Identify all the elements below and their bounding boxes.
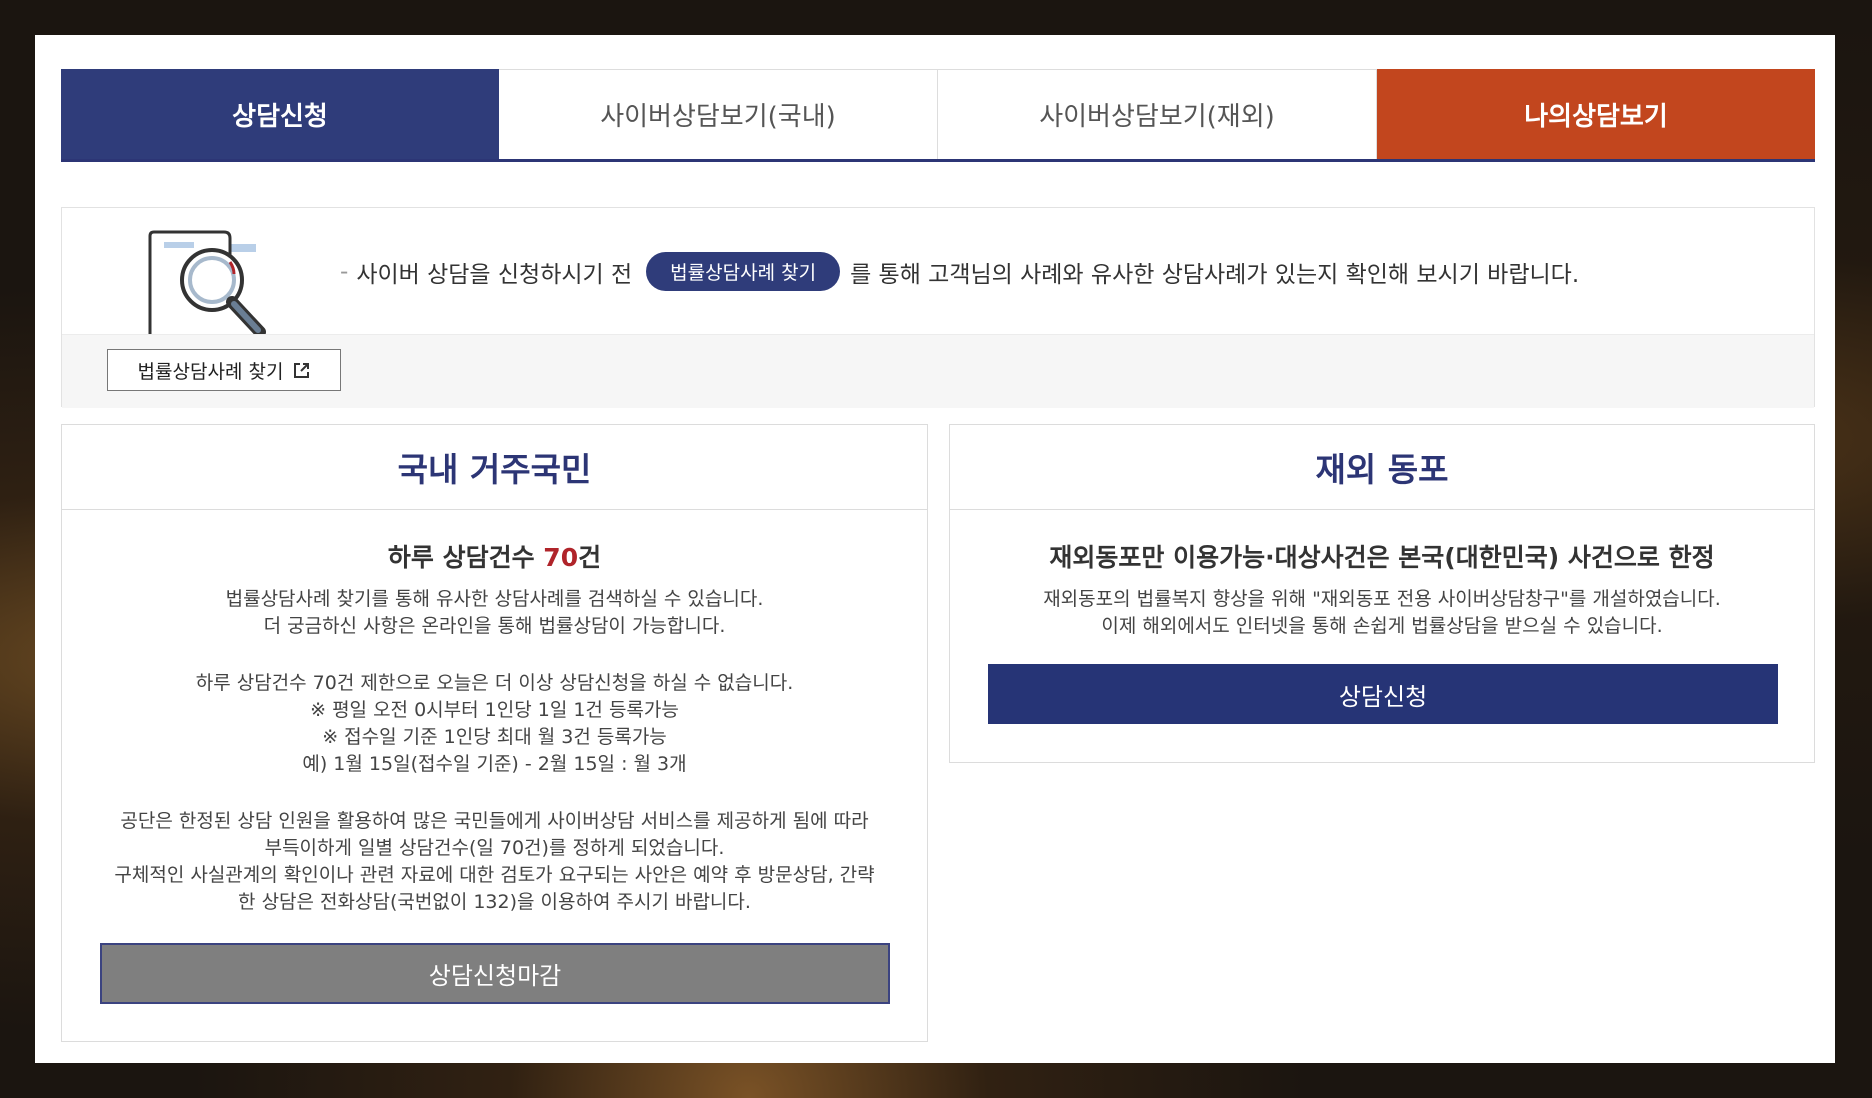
domestic-title: 국내 거주국민 bbox=[62, 425, 927, 510]
external-link-icon bbox=[294, 362, 310, 378]
domestic-lead: 하루 상담건수 70건 bbox=[62, 538, 927, 574]
domestic-line: ※ 접수일 기준 1인당 최대 월 3건 등록가능 bbox=[322, 726, 667, 748]
notice-footer: 법률상담사례 찾기 bbox=[62, 334, 1814, 408]
tab-consult-apply[interactable]: 상담신청 bbox=[61, 69, 499, 159]
overseas-line: 이제 해외에서도 인터넷을 통해 손쉽게 법률상담을 받으실 수 있습니다. bbox=[1101, 615, 1663, 637]
case-search-pill: 법률상담사례 찾기 bbox=[646, 252, 841, 291]
domestic-info-c: 공단은 한정된 상담 인원을 활용하여 많은 국민들에게 사이버상담 서비스를 … bbox=[62, 808, 927, 916]
overseas-line: 재외동포의 법률복지 향상을 위해 "재외동포 전용 사이버상담창구"를 개설하… bbox=[1043, 588, 1721, 610]
domestic-info-b: 하루 상담건수 70건 제한으로 오늘은 더 이상 상담신청을 하실 수 없습니… bbox=[62, 670, 927, 778]
document-magnifier-icon bbox=[148, 230, 266, 334]
case-search-button-label: 법률상담사례 찾기 bbox=[137, 360, 284, 383]
tab-cyber-overseas[interactable]: 사이버상담보기(재외) bbox=[938, 69, 1377, 159]
case-search-button[interactable]: 법률상담사례 찾기 bbox=[107, 349, 341, 391]
domestic-info-a: 법률상담사례 찾기를 통해 유사한 상담사례를 검색하실 수 있습니다. 더 궁… bbox=[62, 586, 927, 640]
domestic-lead-suffix: 건 bbox=[578, 543, 602, 572]
notice-text-after: 를 통해 고객님의 사례와 유사한 상담사례가 있는지 확인해 보시기 바랍니다… bbox=[850, 261, 1580, 288]
tab-my-consult[interactable]: 나의상담보기 bbox=[1377, 69, 1815, 159]
overseas-lead: 재외동포만 이용가능·대상사건은 본국(대한민국) 사건으로 한정 bbox=[1049, 543, 1715, 572]
overseas-info: 재외동포의 법률복지 향상을 위해 "재외동포 전용 사이버상담창구"를 개설하… bbox=[950, 586, 1814, 640]
domestic-lead-count: 70 bbox=[543, 543, 579, 572]
domestic-lead-prefix: 하루 상담건수 bbox=[387, 543, 544, 572]
domestic-line: 더 궁금하신 사항은 온라인을 통해 법률상담이 가능합니다. bbox=[263, 615, 726, 637]
tab-cyber-domestic[interactable]: 사이버상담보기(국내) bbox=[499, 69, 938, 159]
overseas-apply-button[interactable]: 상담신청 bbox=[988, 664, 1778, 724]
notice-text-before: 사이버 상담을 신청하시기 전 bbox=[356, 261, 633, 288]
domestic-line: 법률상담사례 찾기를 통해 유사한 상담사례를 검색하실 수 있습니다. bbox=[225, 588, 764, 610]
domestic-line: 하루 상담건수 70건 제한으로 오늘은 더 이상 상담신청을 하실 수 없습니… bbox=[195, 672, 794, 694]
domestic-line: ※ 평일 오전 0시부터 1인당 1일 1건 등록가능 bbox=[310, 699, 679, 721]
domestic-line: 공단은 한정된 상담 인원을 활용하여 많은 국민들에게 사이버상담 서비스를 … bbox=[120, 810, 869, 832]
domestic-line: 한 상담은 전화상담(국번없이 132)을 이용하여 주시기 바랍니다. bbox=[238, 891, 751, 913]
domestic-box: 국내 거주국민 하루 상담건수 70건 법률상담사례 찾기를 통해 유사한 상담… bbox=[61, 424, 928, 1042]
notice-text: - 사이버 상담을 신청하시기 전 법률상담사례 찾기 를 통해 고객님의 사례… bbox=[340, 252, 1579, 291]
overseas-box: 재외 동포 재외동포만 이용가능·대상사건은 본국(대한민국) 사건으로 한정 … bbox=[949, 424, 1815, 763]
domestic-line: 예) 1월 15일(접수일 기준) - 2월 15일 : 월 3개 bbox=[302, 753, 687, 775]
tab-bar: 상담신청 사이버상담보기(국내) 사이버상담보기(재외) 나의상담보기 bbox=[61, 69, 1815, 162]
overseas-title: 재외 동포 bbox=[950, 425, 1814, 510]
notice-dash: - bbox=[340, 258, 349, 285]
notice-box: - 사이버 상담을 신청하시기 전 법률상담사례 찾기 를 통해 고객님의 사례… bbox=[61, 207, 1815, 408]
domestic-line: 구체적인 사실관계의 확인이나 관련 자료에 대한 검토가 요구되는 사안은 예… bbox=[114, 864, 875, 886]
main-panel: 상담신청 사이버상담보기(국내) 사이버상담보기(재외) 나의상담보기 - 사이… bbox=[35, 35, 1835, 1063]
domestic-line: 부득이하게 일별 상담건수(일 70건)를 정하게 되었습니다. bbox=[264, 837, 725, 859]
consult-closed-button[interactable]: 상담신청마감 bbox=[100, 943, 890, 1004]
